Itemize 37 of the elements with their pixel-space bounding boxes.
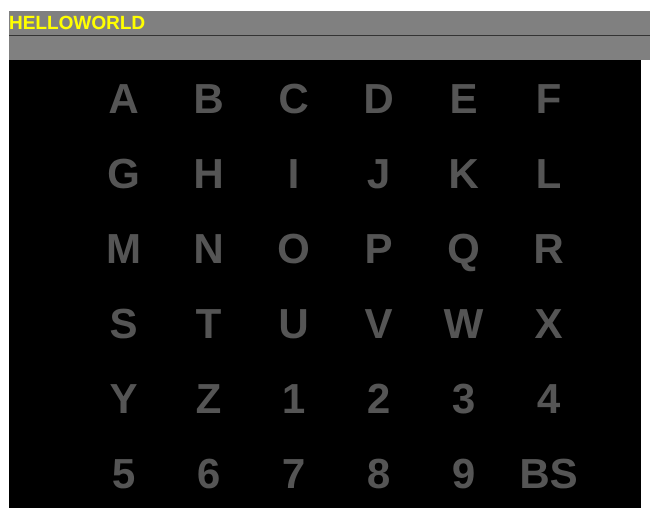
key-button[interactable]: 3 [421, 361, 506, 436]
key-button[interactable]: Z [166, 361, 251, 436]
key-button[interactable]: 7 [251, 436, 336, 509]
key-button[interactable]: X [506, 286, 591, 361]
key-button[interactable]: 4 [506, 361, 591, 436]
key-button[interactable]: 2 [336, 361, 421, 436]
key-button[interactable]: C [251, 61, 336, 136]
key-button[interactable]: B [166, 61, 251, 136]
key-button[interactable]: L [506, 136, 591, 211]
key-button[interactable]: 5 [81, 436, 166, 509]
key-button[interactable]: Q [421, 211, 506, 286]
key-button[interactable]: N [166, 211, 251, 286]
key-button[interactable]: O [251, 211, 336, 286]
title-text: HELLOWORLD [9, 14, 146, 32]
key-button[interactable]: Y [81, 361, 166, 436]
key-button[interactable]: T [166, 286, 251, 361]
key-button[interactable]: D [336, 61, 421, 136]
key-button[interactable]: U [251, 286, 336, 361]
key-button[interactable]: G [81, 136, 166, 211]
key-button[interactable]: A [81, 61, 166, 136]
key-button[interactable]: 1 [251, 361, 336, 436]
key-button[interactable]: W [421, 286, 506, 361]
key-button[interactable]: 6 [166, 436, 251, 509]
key-button[interactable]: 9 [421, 436, 506, 509]
key-button[interactable]: BS [506, 436, 591, 509]
key-button[interactable]: I [251, 136, 336, 211]
key-button[interactable]: M [81, 211, 166, 286]
key-button[interactable]: 8 [336, 436, 421, 509]
key-button[interactable]: V [336, 286, 421, 361]
key-button[interactable]: F [506, 61, 591, 136]
key-button[interactable]: J [336, 136, 421, 211]
key-button[interactable]: E [421, 61, 506, 136]
key-button[interactable]: H [166, 136, 251, 211]
key-button[interactable]: S [81, 286, 166, 361]
key-button[interactable]: P [336, 211, 421, 286]
key-button[interactable]: R [506, 211, 591, 286]
key-button[interactable]: K [421, 136, 506, 211]
